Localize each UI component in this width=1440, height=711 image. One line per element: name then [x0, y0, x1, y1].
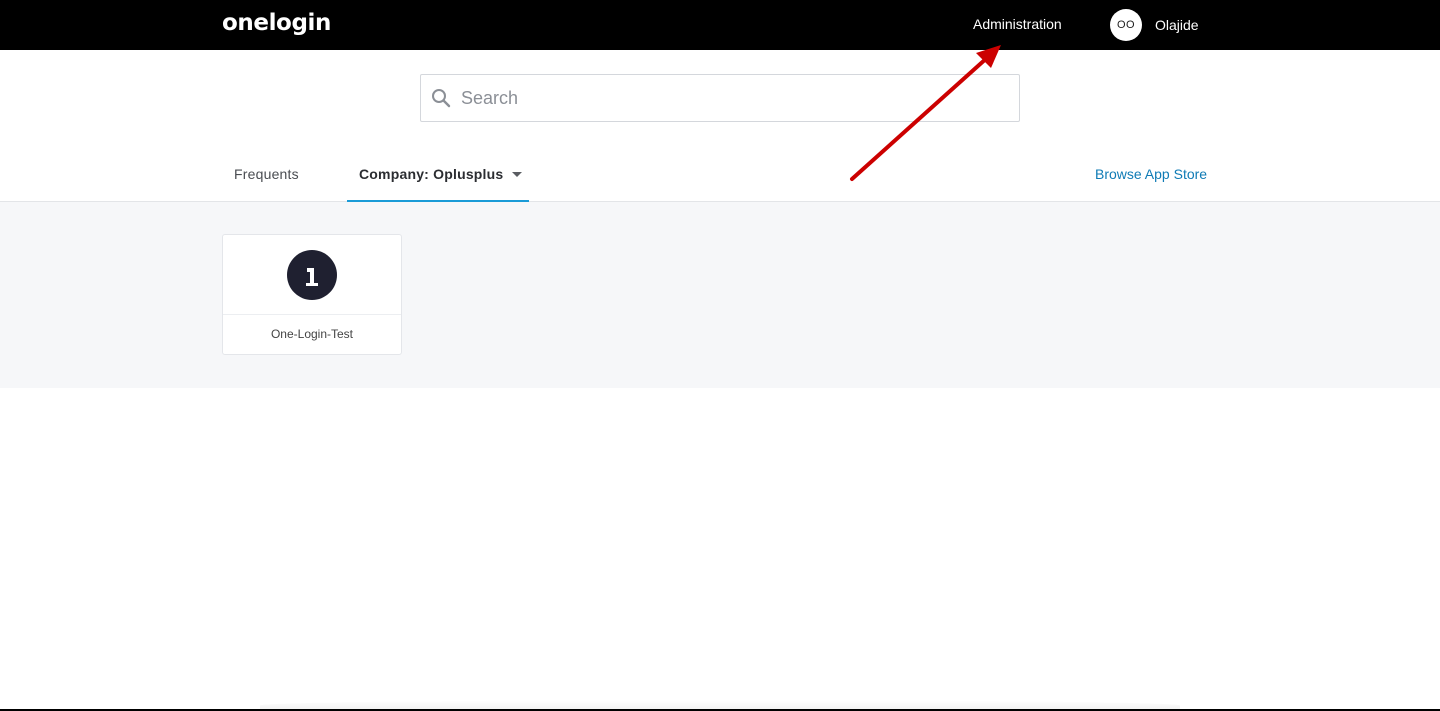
tabs-bar: Frequents Company: Oplusplus Browse App … [0, 150, 1440, 202]
onelogin-logo[interactable]: onelogin [222, 9, 331, 37]
app-name: One-Login-Test [270, 327, 354, 341]
search-box[interactable] [420, 74, 1020, 122]
apps-area: One-Login-Test [0, 202, 1440, 388]
user-avatar[interactable]: OO [1110, 9, 1142, 41]
user-name[interactable]: Olajide [1155, 16, 1199, 34]
top-navbar: onelogin Administration OO Olajide [0, 0, 1440, 50]
onelogin-1-glyph [306, 268, 318, 286]
search-icon [432, 89, 451, 108]
onelogin-1-icon [287, 250, 337, 300]
tab-frequents[interactable]: Frequents [234, 150, 299, 201]
app-tile[interactable]: One-Login-Test [222, 234, 402, 355]
caret-down-icon[interactable] [512, 171, 523, 177]
page: onelogin Administration OO Olajide Frequ… [0, 0, 1440, 711]
tab-company-label: Company: Oplusplus [359, 166, 504, 182]
administration-link[interactable]: Administration [973, 15, 1062, 33]
tab-company[interactable]: Company: Oplusplus [347, 150, 529, 202]
browse-app-store-link[interactable]: Browse App Store [1095, 150, 1207, 198]
search-input[interactable] [461, 75, 1001, 121]
